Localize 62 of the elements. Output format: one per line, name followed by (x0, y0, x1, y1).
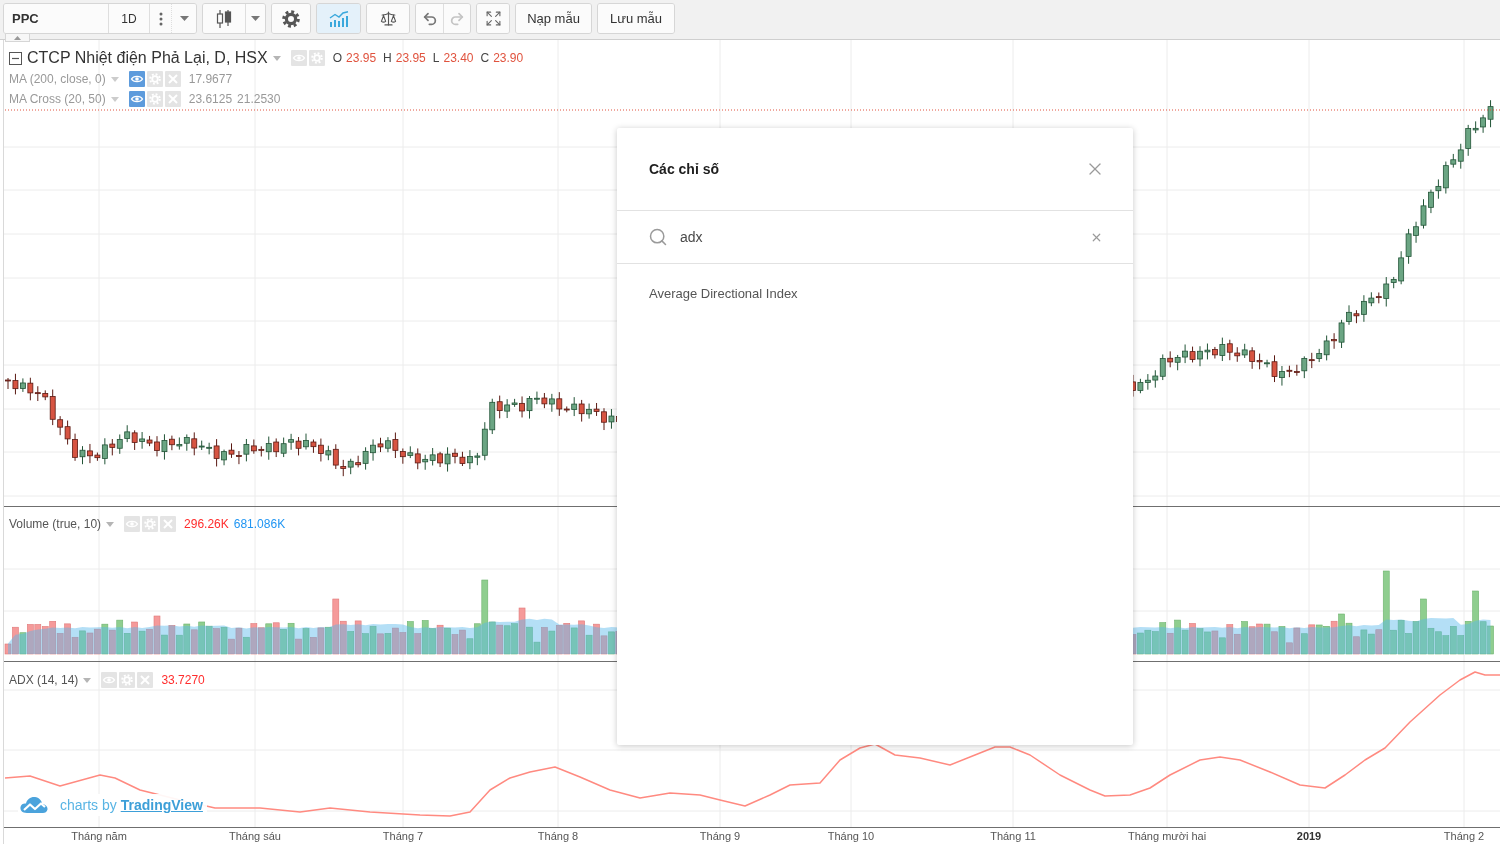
time-axis-label: Tháng 7 (382, 829, 424, 843)
caret-down-icon (251, 16, 260, 21)
time-axis-label: Tháng 2 (1443, 829, 1485, 843)
caret-down-icon[interactable] (110, 76, 119, 82)
compare-button[interactable] (367, 4, 409, 33)
time-axis-label: 2019 (1296, 829, 1322, 843)
redo-icon (449, 10, 465, 27)
eye-icon[interactable] (101, 672, 118, 688)
caret-up-icon (14, 35, 21, 40)
study-title: ADX (14, 14) (9, 672, 79, 689)
bar-chart-line-icon (328, 10, 349, 27)
time-axis-label: Tháng 8 (537, 829, 579, 843)
dropdown-button[interactable] (245, 4, 265, 33)
ohlc-value: 23.90 (493, 51, 524, 65)
chart-type-button[interactable] (203, 4, 245, 33)
study-value: 296.26K (184, 517, 229, 531)
load-template-button[interactable]: Nạp mẫu (516, 4, 591, 33)
caret-down-icon[interactable] (272, 55, 281, 61)
close-icon[interactable] (164, 71, 181, 87)
undo-icon (421, 10, 438, 27)
gear-icon[interactable] (146, 71, 163, 87)
time-axis-label: Tháng sáu (229, 829, 281, 843)
study-value: 17.9677 (188, 72, 233, 86)
eye-icon[interactable] (124, 516, 141, 532)
ohlc-label: L (432, 51, 440, 65)
save-template-button[interactable]: Lưu mẫu (598, 4, 674, 33)
time-axis-label: Tháng mười hai (1127, 829, 1207, 843)
gear-icon (282, 9, 300, 28)
gear-icon[interactable] (119, 672, 136, 688)
caret-down-icon[interactable] (83, 677, 92, 683)
ohlc-label: C (480, 51, 490, 65)
toolbar-toggle-button[interactable] (5, 34, 30, 42)
study-title: Volume (true, 10) (9, 516, 102, 533)
caret-down-icon[interactable] (106, 521, 115, 527)
study-value: 33.7270 (161, 673, 205, 687)
undo-button[interactable] (416, 4, 443, 33)
minus-square-icon[interactable] (9, 51, 22, 65)
ohlc-value: 23.40 (443, 51, 474, 65)
eye-icon[interactable] (128, 71, 145, 87)
ohlc-label: H (383, 51, 392, 65)
ohlc-value: 23.95 (395, 51, 426, 65)
close-icon[interactable] (137, 672, 154, 688)
eye-icon[interactable] (290, 50, 307, 66)
time-axis-label: Tháng năm (71, 829, 127, 843)
time-axis-label: Tháng 10 (827, 829, 875, 843)
gear-icon[interactable] (142, 516, 159, 532)
time-axis-label: Tháng 11 (990, 829, 1036, 843)
settings-button[interactable] (272, 4, 310, 33)
attribution-text: charts by TradingView (60, 797, 203, 813)
time-axis-label: Tháng 9 (699, 829, 741, 843)
fullscreen-icon (484, 10, 502, 27)
ohlc-value: 23.95 (346, 51, 377, 65)
series-title: CTCP Nhiệt điện Phả Lại, D, HSX (27, 48, 268, 68)
scales-icon (379, 10, 397, 27)
ohlc-label: O (332, 51, 343, 65)
candlestick-icon (216, 9, 232, 28)
study-value: 681.086K (233, 517, 286, 531)
gear-icon[interactable] (308, 50, 325, 66)
close-icon[interactable] (160, 516, 177, 532)
study-title: MA (200, close, 0) (9, 71, 106, 88)
indicators-button[interactable] (317, 4, 360, 33)
fullscreen-button[interactable] (477, 4, 509, 33)
